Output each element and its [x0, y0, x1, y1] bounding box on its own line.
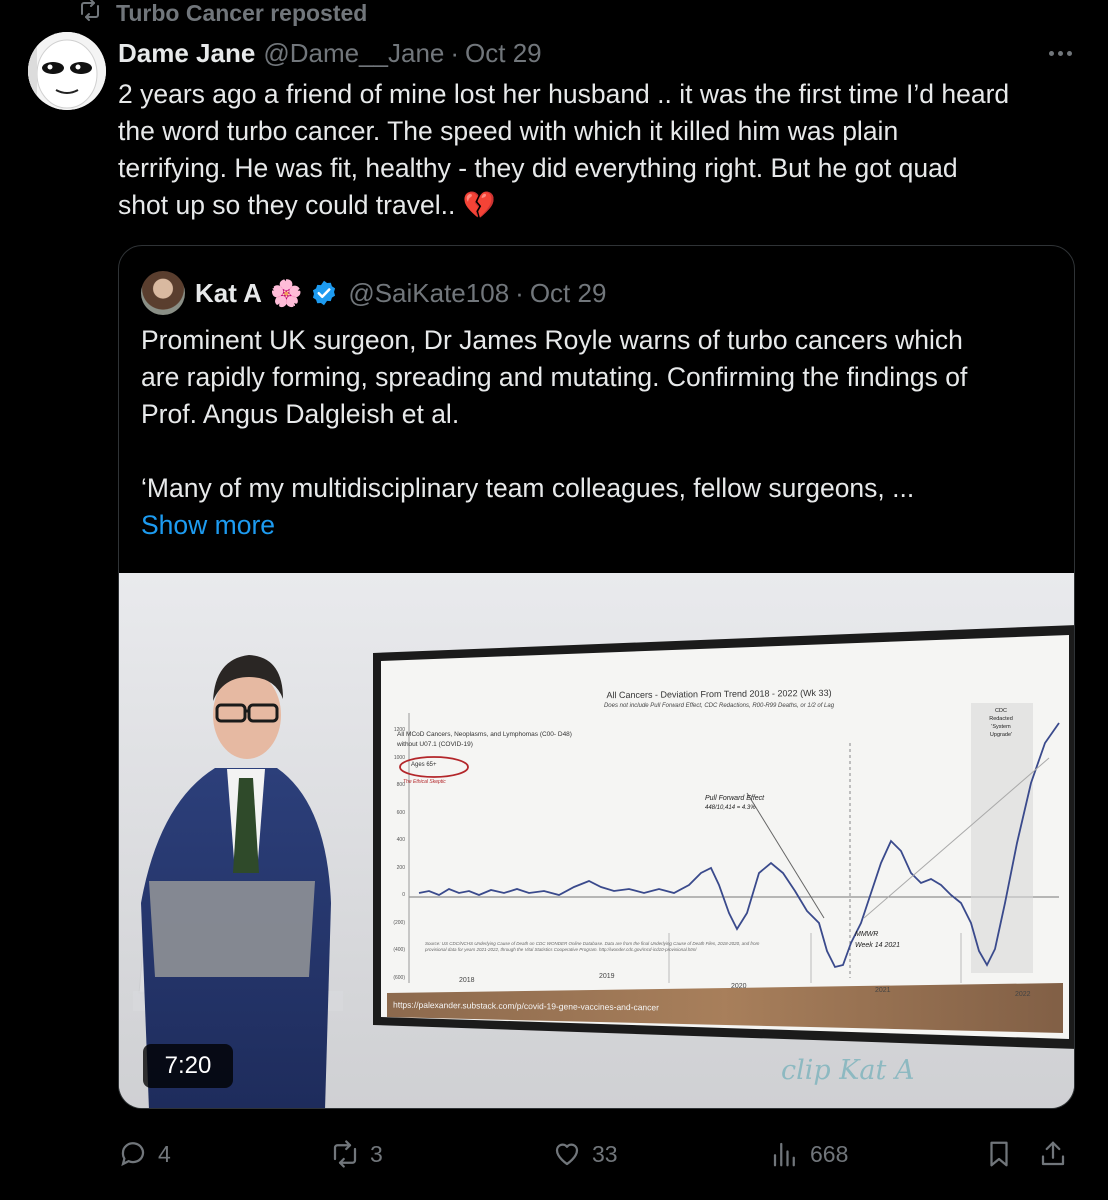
video-player[interactable]: All Cancers - Deviation From Trend 2018 …: [119, 573, 1074, 1108]
post-text-line: terrifying. He was fit, healthy - they d…: [118, 153, 958, 183]
broken-heart-emoji: 💔: [462, 190, 496, 220]
quote-avatar[interactable]: [141, 271, 185, 315]
quote-text-line: [141, 433, 1051, 470]
repost-count: 3: [370, 1140, 383, 1167]
slide-cdc-note: CDC Redacted 'System Upgrade': [975, 707, 1027, 739]
repost-icon: [333, 1140, 357, 1168]
slide-ytick: 1000: [393, 754, 405, 761]
verified-badge-icon: [313, 280, 336, 306]
quote-author-handle[interactable]: @SaiKate108: [348, 278, 509, 309]
like-button[interactable]: 33: [552, 1132, 618, 1176]
cherry-blossom-emoji: 🌸: [269, 277, 303, 308]
views-count: 668: [810, 1140, 849, 1167]
share-icon: [1041, 1141, 1065, 1166]
quoted-post[interactable]: Kat A 🌸 @SaiKate108 · Oct 29 Prominent U…: [118, 245, 1075, 1109]
slide-ytick: 800: [396, 782, 405, 788]
slide-year: 2018: [459, 977, 475, 984]
views-chart-icon: [773, 1142, 795, 1167]
quote-text: Prominent UK surgeon, Dr James Royle war…: [141, 322, 1051, 544]
separator-dot: ·: [450, 37, 460, 68]
heart-icon: [555, 1143, 579, 1166]
post-text-line: shot up so they could travel.. 💔: [118, 187, 1083, 224]
slide-ytick: 600: [396, 809, 405, 816]
reply-count: 4: [158, 1140, 171, 1167]
slide-mmwr-week: Week 14 2021: [855, 942, 901, 949]
slide-mmwr-label: MMWR: [855, 931, 879, 938]
slide-age-label: Ages 65+: [411, 762, 437, 768]
quote-text-line: are rapidly forming, spreading and mutat…: [141, 362, 968, 392]
share-button[interactable]: [1038, 1132, 1068, 1176]
slide-pull-forward-label: Pull Forward Effect: [705, 795, 765, 802]
slide-pull-forward-value: 448/10,414 = 4.3%: [705, 805, 756, 811]
slide-ytick: 400: [396, 837, 405, 843]
like-count: 33: [592, 1140, 618, 1167]
post-text: 2 years ago a friend of mine lost her hu…: [118, 76, 1083, 224]
reply-button[interactable]: 4: [118, 1132, 171, 1176]
slide-y-ticks: 1200 1000 800 600 400 200 0 (200) (400) …: [385, 717, 405, 992]
post-text-line: the word turbo cancer. The speed with wh…: [118, 116, 899, 146]
slide-ytick: (400): [393, 947, 405, 953]
quote-text-line: Prominent UK surgeon, Dr James Royle war…: [141, 325, 963, 355]
views-button[interactable]: 668: [770, 1132, 848, 1176]
post-text-last: shot up so they could travel..: [118, 190, 456, 220]
action-bar: 4 3 33 668: [118, 1132, 1078, 1176]
slide-ytick: (600): [393, 974, 405, 981]
slide-ytick: 200: [396, 864, 405, 871]
slide-cdc-line: CDC: [995, 708, 1007, 714]
author-name[interactable]: Dame Jane: [118, 38, 255, 69]
post-date[interactable]: Oct 29: [465, 38, 542, 69]
slide-year: 2021: [875, 987, 891, 994]
slide-year: 2022: [1015, 991, 1031, 998]
more-options-button[interactable]: [1040, 40, 1080, 66]
slide-year: 2020: [731, 983, 747, 990]
quote-text-line: Prof. Angus Dalgleish et al.: [141, 399, 460, 429]
post-header: Dame Jane @Dame__Jane · Oct 29: [118, 34, 542, 72]
bookmark-icon: [990, 1141, 1008, 1167]
video-frame: [119, 573, 1074, 1108]
avatar[interactable]: [28, 32, 106, 110]
repost-button[interactable]: 3: [330, 1132, 383, 1176]
show-more-link[interactable]: Show more: [141, 507, 1051, 544]
more-icon-dot: [1057, 50, 1063, 56]
quote-header: Kat A 🌸 @SaiKate108 · Oct 29: [141, 270, 606, 316]
separator-dot: ·: [515, 277, 524, 308]
bookmark-button[interactable]: [984, 1132, 1014, 1176]
slide-cdc-line: 'System: [991, 724, 1011, 730]
slide-subtitle: Does not include Pull Forward Effect, CD…: [603, 703, 835, 709]
clip-watermark: clip Kat A: [781, 1055, 915, 1086]
slide-year: 2019: [599, 973, 615, 980]
more-icon-dot: [1066, 50, 1072, 56]
post-text-line: 2 years ago a friend of mine lost her hu…: [118, 79, 1010, 109]
mask-face-icon: [28, 32, 106, 110]
slide-series-label-1: All MCoD Cancers, Neoplasms, and Lymphom…: [397, 731, 572, 738]
repost-icon: [78, 0, 102, 28]
reply-icon: [121, 1142, 145, 1167]
slide-ytick: (200): [393, 919, 405, 926]
slide-ytick: 1200: [393, 727, 405, 733]
slide-ytick: 0: [402, 892, 405, 898]
repost-indicator[interactable]: Turbo Cancer reposted: [78, 0, 367, 26]
more-icon-dot: [1048, 50, 1054, 56]
slide-series-label-2: without U07.1 (COVID-19): [397, 741, 473, 748]
quote-author-name[interactable]: Kat A: [195, 278, 262, 309]
video-duration-badge: 7:20: [143, 1044, 233, 1088]
slide-cdc-line: Upgrade': [989, 732, 1013, 738]
quote-text-line: ‘Many of my multidisciplinary team colle…: [141, 473, 915, 503]
slide-source-note: Source: US CDC/NCHS Underlying Cause of …: [425, 941, 760, 952]
author-handle[interactable]: @Dame__Jane: [263, 38, 444, 69]
quote-date[interactable]: Oct 29: [530, 278, 607, 309]
slide-cdc-line: Redacted: [989, 716, 1013, 722]
repost-label: Turbo Cancer reposted: [116, 0, 368, 26]
slide-watermark-small: The Ethical Skeptic: [403, 779, 446, 785]
